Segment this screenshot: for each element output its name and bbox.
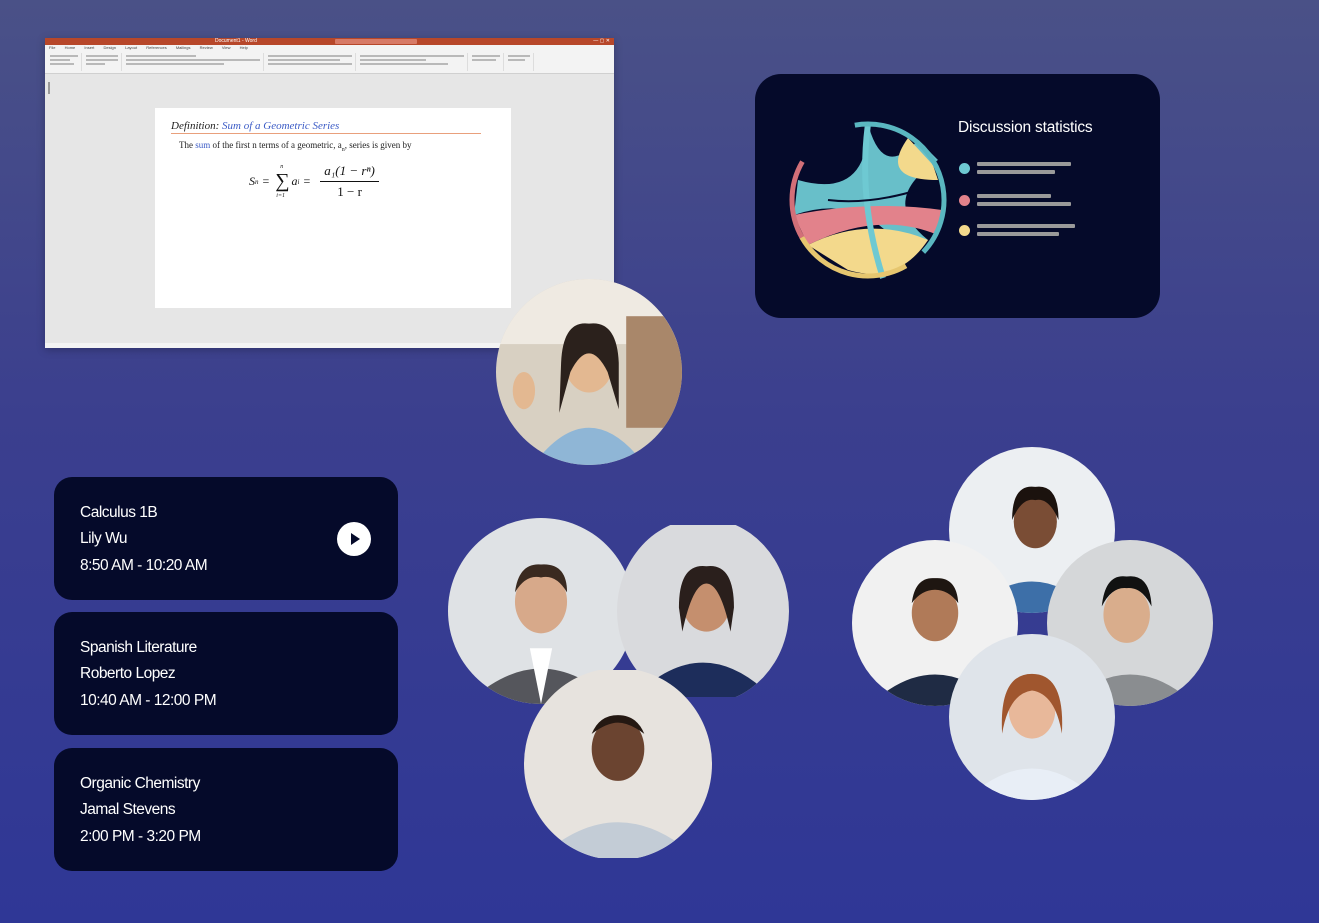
ribbon-group-voice[interactable] — [505, 53, 534, 71]
avatar-participant-7[interactable] — [949, 634, 1115, 800]
tab-insert[interactable]: Insert — [84, 45, 94, 50]
legend-dot-yellow — [959, 225, 970, 236]
legend-placeholder — [977, 224, 1075, 240]
tab-file[interactable]: File — [49, 45, 55, 50]
ribbon-group-styles-gallery[interactable] — [357, 53, 468, 71]
tab-references[interactable]: References — [146, 45, 166, 50]
participant-photo — [949, 634, 1115, 800]
window-controls[interactable]: — ▢ ✕ — [593, 38, 610, 45]
legend-item-pink — [959, 194, 1071, 210]
definition-heading: Definition: Sum of a Geometric Series — [171, 120, 481, 134]
legend-dot-pink — [959, 195, 970, 206]
tab-layout[interactable]: Layout — [125, 45, 137, 50]
tab-view[interactable]: View — [222, 45, 231, 50]
tab-design[interactable]: Design — [104, 45, 116, 50]
avatar-participant-3[interactable] — [524, 668, 712, 860]
ribbon-group-clipboard[interactable] — [47, 53, 82, 71]
class-time: 8:50 AM - 10:20 AM — [80, 557, 208, 574]
word-search-box[interactable] — [335, 39, 417, 44]
discussion-statistics-card: Discussion statistics — [755, 74, 1160, 318]
legend-placeholder — [977, 194, 1071, 210]
tab-mailings[interactable]: Mailings — [176, 45, 191, 50]
class-course: Spanish Literature — [80, 639, 197, 656]
class-teacher: Lily Wu — [80, 530, 128, 547]
class-time: 2:00 PM - 3:20 PM — [80, 828, 201, 845]
word-ribbon — [45, 51, 614, 74]
play-button[interactable] — [337, 522, 371, 556]
definition-label: Definition: — [171, 120, 220, 132]
tab-help[interactable]: Help — [240, 45, 248, 50]
definition-text-sum: sum — [195, 140, 211, 150]
formula-lhs-sub: n — [255, 177, 259, 186]
legend-placeholder — [977, 162, 1071, 178]
formula-denominator: 1 − r — [337, 184, 362, 199]
formula-fraction: a₁(1 − rⁿ) 1 − r — [320, 163, 379, 200]
class-card-chemistry[interactable]: Organic Chemistry Jamal Stevens 2:00 PM … — [54, 748, 398, 871]
sum-upper: n — [280, 164, 284, 170]
summation-symbol: ∑ n i=1 — [275, 164, 290, 199]
ribbon-group-editing[interactable] — [469, 53, 504, 71]
class-course: Calculus 1B — [80, 504, 158, 521]
definition-name: Sum of a Geometric Series — [222, 120, 340, 132]
class-time: 10:40 AM - 12:00 PM — [80, 692, 217, 709]
ribbon-group-font[interactable] — [123, 53, 264, 71]
class-teacher: Roberto Lopez — [80, 665, 176, 682]
formula-numerator: a₁(1 − rⁿ) — [320, 163, 379, 182]
stats-title: Discussion statistics — [958, 119, 1093, 136]
definition-text-part3: , series is given by — [344, 140, 412, 150]
word-doc-title: Document1 - Word — [215, 38, 257, 44]
play-icon — [351, 533, 360, 545]
legend-item-teal — [959, 162, 1071, 178]
chord-diagram-icon — [789, 121, 947, 279]
ribbon-group-styles[interactable] — [83, 53, 122, 71]
document-page[interactable]: Definition: Sum of a Geometric Series Th… — [155, 108, 511, 308]
participant-photo — [524, 670, 712, 858]
participant-photo — [496, 279, 682, 465]
class-card-calculus[interactable]: Calculus 1B Lily Wu 8:50 AM - 10:20 AM — [54, 477, 398, 600]
class-teacher: Jamal Stevens — [80, 801, 176, 818]
tab-review[interactable]: Review — [200, 45, 213, 50]
sum-lower: i=1 — [276, 193, 285, 199]
definition-text: The sum of the first n terms of a geomet… — [179, 140, 411, 153]
vertical-ruler — [48, 82, 50, 94]
legend-dot-teal — [959, 163, 970, 174]
class-card-spanish[interactable]: Spanish Literature Roberto Lopez 10:40 A… — [54, 612, 398, 735]
avatar-participant-teacher[interactable] — [496, 279, 682, 465]
word-titlebar: Document1 - Word — ▢ ✕ — [45, 38, 614, 45]
geometric-series-formula: Sn = ∑ n i=1 ai = a₁(1 − rⁿ) 1 − r — [249, 163, 379, 200]
class-course: Organic Chemistry — [80, 775, 200, 792]
formula-term-sub: i — [297, 177, 300, 186]
ribbon-group-paragraph[interactable] — [265, 53, 356, 71]
definition-text-part1: The — [179, 140, 193, 150]
definition-text-part2: of the first n terms of a geometric, a — [212, 140, 342, 150]
tab-home[interactable]: Home — [65, 45, 76, 50]
legend-item-yellow — [959, 224, 1075, 240]
